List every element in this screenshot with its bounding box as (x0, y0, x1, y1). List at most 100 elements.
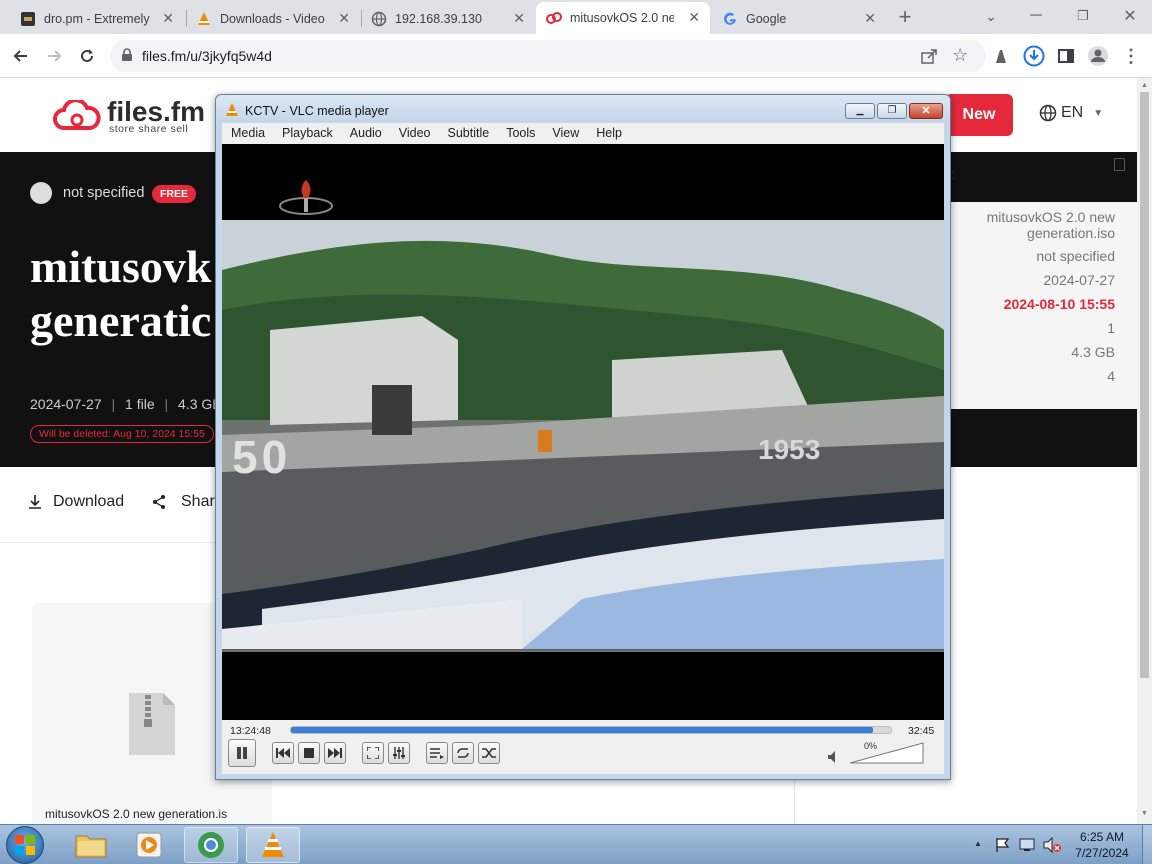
bookmark-star-icon[interactable]: ☆ (952, 45, 968, 66)
volume-mute-icon[interactable] (828, 751, 840, 763)
start-button[interactable] (6, 826, 44, 864)
download-icon[interactable] (1022, 44, 1046, 68)
menu-video[interactable]: Video (390, 123, 439, 140)
tab-downloads[interactable]: Downloads - Video ✕ (186, 3, 360, 34)
extended-settings-button[interactable] (388, 742, 410, 764)
playlist-button[interactable] (426, 742, 448, 764)
side-panel-icon[interactable] (1054, 44, 1078, 68)
clock-date: 7/27/2024 (1075, 846, 1129, 860)
delete-notice: Will be deleted: Aug 10, 2024 15:55 (30, 425, 214, 443)
new-button[interactable]: New (945, 94, 1013, 136)
reload-icon[interactable] (75, 44, 99, 68)
share-icon[interactable] (920, 47, 938, 70)
tab-google[interactable]: Google ✕ (712, 3, 886, 34)
menu-help[interactable]: Help (587, 123, 630, 140)
stop-button[interactable] (298, 742, 320, 764)
minimize-icon[interactable]: ─ (1024, 4, 1048, 28)
close-tab-icon[interactable]: ✕ (338, 10, 350, 27)
toolbar: files.fm/u/3jkyfq5w4d ☆ ⋮ (0, 34, 1152, 78)
scroll-down-icon[interactable]: ▼ (1141, 810, 1148, 817)
forward-icon[interactable] (42, 44, 66, 68)
show-hidden-icons[interactable]: ▲ (974, 839, 982, 848)
next-icon (328, 748, 342, 758)
address-bar[interactable]: files.fm/u/3jkyfq5w4d ☆ (110, 40, 986, 72)
file-title-line: generatic (30, 295, 212, 346)
logo-tagline: store share sell (109, 123, 189, 135)
taskbar-vlc[interactable] (246, 827, 300, 863)
vlc-titlebar[interactable]: KCTV - VLC media player ▁ ❐ ✕ (216, 95, 950, 123)
taskbar-media-player[interactable] (122, 827, 176, 863)
download-icon (29, 495, 41, 509)
menu-audio[interactable]: Audio (341, 123, 390, 140)
vlc-window[interactable]: KCTV - VLC media player ▁ ❐ ✕ Media Playb… (215, 94, 951, 780)
close-tab-icon[interactable]: ✕ (864, 10, 876, 27)
network-icon[interactable] (1019, 837, 1035, 853)
dro-favicon-icon (20, 11, 36, 27)
new-tab-icon[interactable]: + (893, 4, 917, 29)
video-monument-text: 50 (232, 431, 292, 483)
loop-button[interactable] (452, 742, 474, 764)
menu-kebab-icon[interactable]: ⋮ (1119, 44, 1143, 68)
clock-time: 6:25 AM (1079, 830, 1125, 844)
chevron-down-icon: ▼ (1093, 107, 1104, 119)
fullscreen-icon[interactable] (1114, 158, 1125, 171)
file-meta: 2024-07-27 | 1 file | 4.3 GB | (30, 396, 235, 412)
tab-ip[interactable]: 192.168.39.130 ✕ (361, 3, 535, 34)
back-icon[interactable] (9, 44, 33, 68)
file-title: mitusovk generatic (30, 240, 211, 348)
previous-button[interactable] (272, 742, 294, 764)
vlc-cone-icon (226, 103, 238, 116)
owner-name: not specified (63, 185, 145, 201)
menu-view[interactable]: View (543, 123, 587, 140)
menu-playback[interactable]: Playback (273, 123, 341, 140)
download-label: Download (53, 493, 125, 510)
vlc-close-icon[interactable]: ✕ (909, 103, 943, 119)
action-center-flag-icon[interactable] (995, 837, 1011, 853)
share-label: Shar (181, 493, 215, 510)
globe-icon (371, 11, 387, 27)
taskbar-chrome[interactable] (184, 827, 238, 863)
close-tab-icon[interactable]: ✕ (688, 9, 700, 26)
scrollbar-thumb[interactable] (1140, 92, 1149, 678)
language-selector[interactable]: EN ▼ (1039, 104, 1103, 122)
seek-bar[interactable] (290, 726, 892, 734)
scroll-up-icon[interactable]: ▲ (1141, 82, 1148, 89)
file-title-line: mitusovk (30, 241, 212, 292)
tab-dro[interactable]: dro.pm - Extremely ✕ (10, 3, 184, 34)
shuffle-button[interactable] (478, 742, 500, 764)
video-output[interactable]: 50 1953 (222, 144, 944, 720)
menu-media[interactable]: Media (222, 123, 273, 140)
fullscreen-button[interactable] (362, 742, 384, 764)
video-monument-text: 1953 (758, 434, 821, 465)
close-tab-icon[interactable]: ✕ (513, 10, 525, 27)
menu-subtitle[interactable]: Subtitle (439, 123, 498, 140)
vlc-minimize-icon[interactable]: ▁ (845, 103, 875, 119)
language-label: EN (1061, 104, 1084, 121)
share-icon (153, 495, 165, 509)
loop-icon (457, 748, 469, 758)
profile-icon[interactable] (1086, 44, 1110, 68)
taskbar-explorer[interactable] (64, 827, 118, 863)
pause-button[interactable] (228, 739, 256, 767)
volume-muted-icon[interactable] (1043, 837, 1061, 853)
detail-downloads: 4 (1107, 368, 1115, 384)
browser-chrome: dro.pm - Extremely ✕ Downloads - Video ✕… (0, 0, 1152, 78)
menu-tools[interactable]: Tools (497, 123, 543, 140)
tab-filesfm[interactable]: mitusovkOS 2.0 new ✕ (536, 2, 710, 34)
share-button[interactable]: Shar (152, 493, 215, 511)
close-tab-icon[interactable]: ✕ (162, 10, 174, 27)
meta-files: 1 file (125, 396, 155, 412)
close-window-icon[interactable]: ✕ (1118, 4, 1142, 28)
tab-title: Google (746, 11, 787, 26)
extension-icon[interactable] (989, 44, 1013, 68)
download-button[interactable]: Download (27, 493, 124, 511)
detail-expires: 2024-08-10 15:55 (1003, 296, 1115, 312)
restore-icon[interactable]: ❐ (1071, 4, 1095, 28)
next-button[interactable] (324, 742, 346, 764)
volume-slider[interactable] (850, 742, 924, 764)
page-scrollbar[interactable]: ▲ ▼ (1137, 78, 1152, 824)
show-desktop-button[interactable] (1142, 825, 1152, 864)
tab-search-icon[interactable]: ⌄ (979, 4, 1003, 28)
clock[interactable]: 6:25 AM 7/27/2024 (1066, 829, 1138, 861)
vlc-restore-icon[interactable]: ❐ (877, 103, 907, 119)
